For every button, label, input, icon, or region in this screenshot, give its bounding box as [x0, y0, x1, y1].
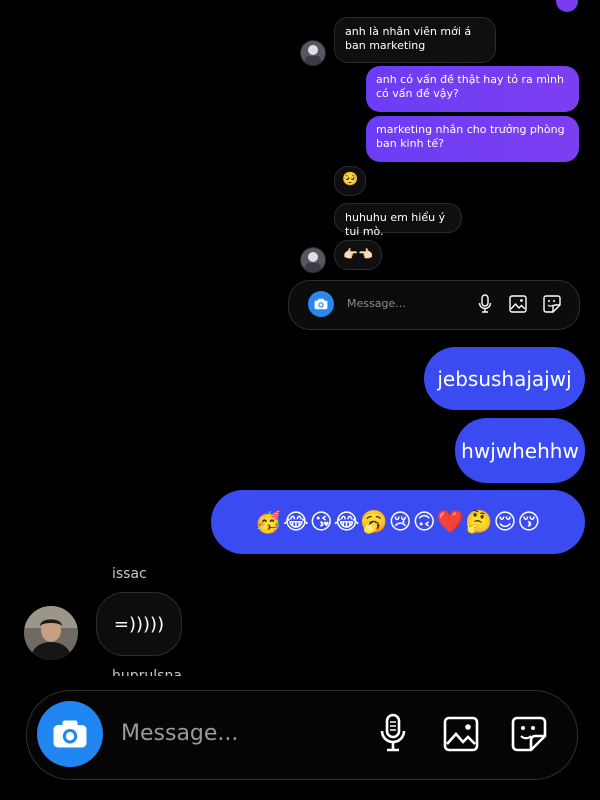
sender-name: issac — [112, 566, 147, 582]
inset-message: anh là nhân viên mới á ban marketing — [334, 17, 496, 63]
inset-message: 🥺 — [334, 166, 366, 196]
inset-screenshot: anh là nhân viên mới á ban marketing anh… — [286, 0, 600, 336]
sticker-icon[interactable] — [511, 716, 547, 752]
microphone-icon — [477, 294, 493, 314]
cut-off-sender-name-text: huprulsna — [112, 668, 182, 676]
outgoing-message[interactable]: jebsushajajwj — [424, 347, 585, 410]
inset-message: anh có vấn đề thật hay tỏ ra mình có vấn… — [366, 66, 579, 112]
image-icon[interactable] — [443, 716, 479, 752]
camera-icon — [308, 291, 334, 317]
camera-button[interactable] — [37, 701, 103, 767]
message-input[interactable]: Message... — [121, 721, 238, 746]
message-composer: Message... — [26, 690, 578, 780]
outgoing-message[interactable]: 🥳😂😘😂🥱😢🙃❤️🤔😌😚 — [211, 490, 585, 554]
inset-composer: Message... — [288, 280, 580, 330]
camera-icon — [53, 720, 87, 748]
outgoing-message[interactable]: hwjwhehhw — [455, 418, 585, 483]
inset-message-input: Message... — [347, 297, 406, 310]
inset-avatar — [300, 40, 326, 66]
microphone-icon[interactable] — [377, 713, 409, 755]
avatar[interactable] — [24, 606, 78, 660]
sticker-icon — [543, 295, 561, 313]
image-icon — [509, 295, 527, 313]
incoming-message[interactable]: =))))) — [96, 592, 182, 656]
inset-message: 👉🏻👈🏻 — [334, 240, 382, 270]
inset-avatar — [300, 247, 326, 273]
inset-message: huhuhu em hiểu ý tui mò. — [334, 203, 462, 238]
inset-message: marketing nhắn cho trưởng phòng ban kinh… — [366, 116, 579, 162]
cut-off-sender-name: huprulsna — [112, 666, 182, 676]
